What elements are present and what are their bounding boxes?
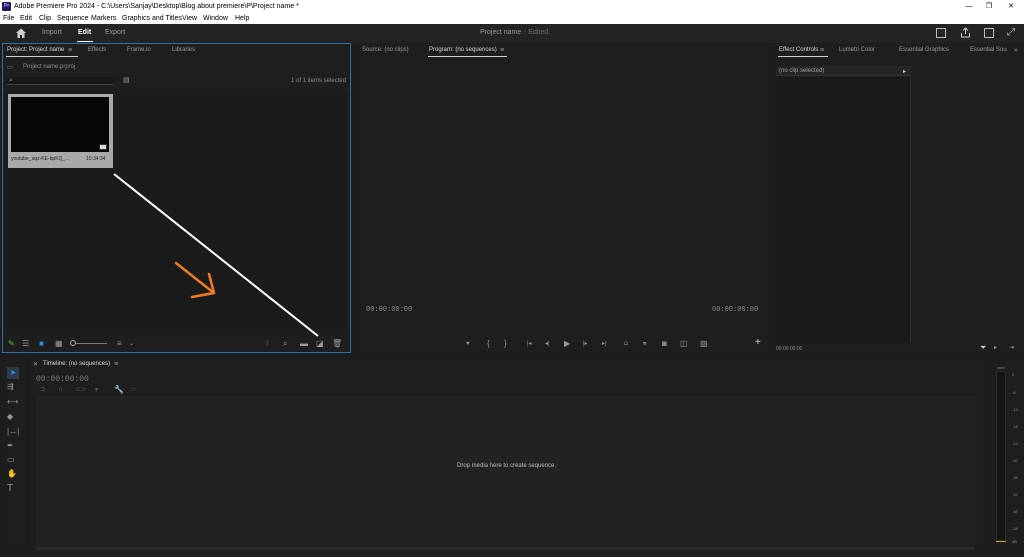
hand-tool-icon[interactable]: ✋ <box>7 470 17 478</box>
meter-label-42: -42 <box>1012 492 1018 497</box>
meter-label-12: -12 <box>1012 407 1018 412</box>
tab-essential-graphics[interactable]: Essential Graphics <box>899 47 949 53</box>
button-editor-icon[interactable]: + <box>755 338 761 348</box>
timeline-close-icon[interactable]: ✕ <box>33 361 38 369</box>
step-forward-icon[interactable]: |▸ <box>583 340 588 348</box>
snap-icon[interactable]: ∩ <box>58 386 63 394</box>
add-marker-timeline-icon[interactable]: ▾ <box>95 386 98 394</box>
slip-tool-icon[interactable]: |↔| <box>7 428 19 436</box>
wrench-icon[interactable]: 🔧 <box>114 386 124 394</box>
comparison-view-icon[interactable]: ◫ <box>680 340 688 348</box>
export-frame-icon[interactable]: ◙ <box>662 340 667 348</box>
meter-label-0: 0 <box>1012 372 1015 377</box>
timeline-title: Timeline: (no sequences) <box>43 361 111 367</box>
tab-program[interactable]: Program: (no sequences) <box>429 47 497 53</box>
audio-meter-bars <box>996 371 1006 541</box>
meter-label-36: -36 <box>1012 475 1018 480</box>
linked-selection-icon[interactable]: ⊂⊃ <box>76 386 86 394</box>
track-select-icon[interactable]: ⇶ <box>7 383 14 391</box>
annotation-arrow <box>174 261 216 299</box>
timeline-scrollbar[interactable] <box>36 547 975 550</box>
tab-source[interactable]: Source: (no clips) <box>362 47 409 53</box>
type-tool-icon[interactable]: T <box>7 484 13 494</box>
timeline-track-area[interactable] <box>36 396 975 546</box>
no-clip-selected: (no clip selected) <box>779 68 825 74</box>
ripple-edit-icon[interactable]: ⟷ <box>7 398 18 406</box>
effect-keyframe-area <box>776 77 911 343</box>
pen-tool-icon[interactable]: ✒ <box>7 442 14 450</box>
mark-out-icon[interactable]: } <box>504 340 507 348</box>
meter-label-18: -18 <box>1012 424 1018 429</box>
nest-icon[interactable]: ⊐ <box>40 386 45 394</box>
drop-media-hint: Drop media here to create sequence. <box>457 463 557 469</box>
go-to-in-icon[interactable]: |◂ <box>527 340 532 348</box>
meter-label-24: -24 <box>1012 441 1018 446</box>
tab-effect-controls[interactable]: Effect Controls <box>779 47 818 53</box>
rectangle-tool-icon[interactable]: ▭ <box>7 456 15 464</box>
timeline-timecode[interactable]: 00:00:00:00 <box>36 375 89 384</box>
extract-icon[interactable]: ⩎ <box>643 340 646 348</box>
step-back-icon[interactable]: ◂| <box>545 340 550 348</box>
program-monitor-panel <box>355 43 769 353</box>
meter-label-54: -54 <box>1012 526 1018 531</box>
filter-icon[interactable]: ⏷ <box>980 344 986 352</box>
tab-effect-underline <box>778 56 828 57</box>
loop-icon[interactable]: ⇥ <box>1009 344 1014 352</box>
program-tc-left: 00:00:00:00 <box>366 306 413 314</box>
play-icon[interactable]: ▶ <box>564 340 570 348</box>
go-to-out-icon[interactable]: ▸| <box>602 340 607 348</box>
effect-menu-icon[interactable]: ≡ <box>820 47 824 55</box>
selection-tool-icon[interactable]: ➤ <box>7 367 19 379</box>
mark-in-icon[interactable]: { <box>487 340 490 348</box>
meter-label-6: -6 <box>1012 390 1016 395</box>
add-marker-icon[interactable]: ♥ <box>466 340 470 348</box>
razor-tool-icon[interactable]: ◆ <box>7 413 13 421</box>
more-panels-icon[interactable]: » <box>1014 47 1018 55</box>
program-tc-right: 00:00:00:00 <box>712 306 759 314</box>
timeline-menu-icon[interactable]: ≡ <box>114 361 118 369</box>
tab-lumetri-color[interactable]: Lumetri Color <box>839 47 875 53</box>
expand-icon[interactable]: ▸ <box>903 68 906 76</box>
annotation-line <box>113 173 319 337</box>
captions-icon[interactable]: ▭ <box>130 386 136 394</box>
program-menu-icon[interactable]: ≡ <box>500 47 504 55</box>
audio-meter-panel <box>988 359 1024 551</box>
lift-icon[interactable]: ⩍ <box>624 340 628 348</box>
meter-clip-indicator[interactable] <box>997 367 1005 369</box>
meter-unit: dB <box>1012 539 1017 544</box>
proxy-toggle-icon[interactable]: ▧ <box>700 340 708 348</box>
tab-program-underline <box>428 56 507 57</box>
play-audio-icon[interactable]: ▸ <box>994 344 997 352</box>
meter-label-48: -48 <box>1012 509 1018 514</box>
meter-label-30: -30 <box>1012 458 1018 463</box>
tab-essential-sound[interactable]: Essential Sou <box>970 47 1007 53</box>
meter-level-indicator <box>996 541 1006 542</box>
effect-timecode: 00:00:00:00 <box>776 346 803 352</box>
